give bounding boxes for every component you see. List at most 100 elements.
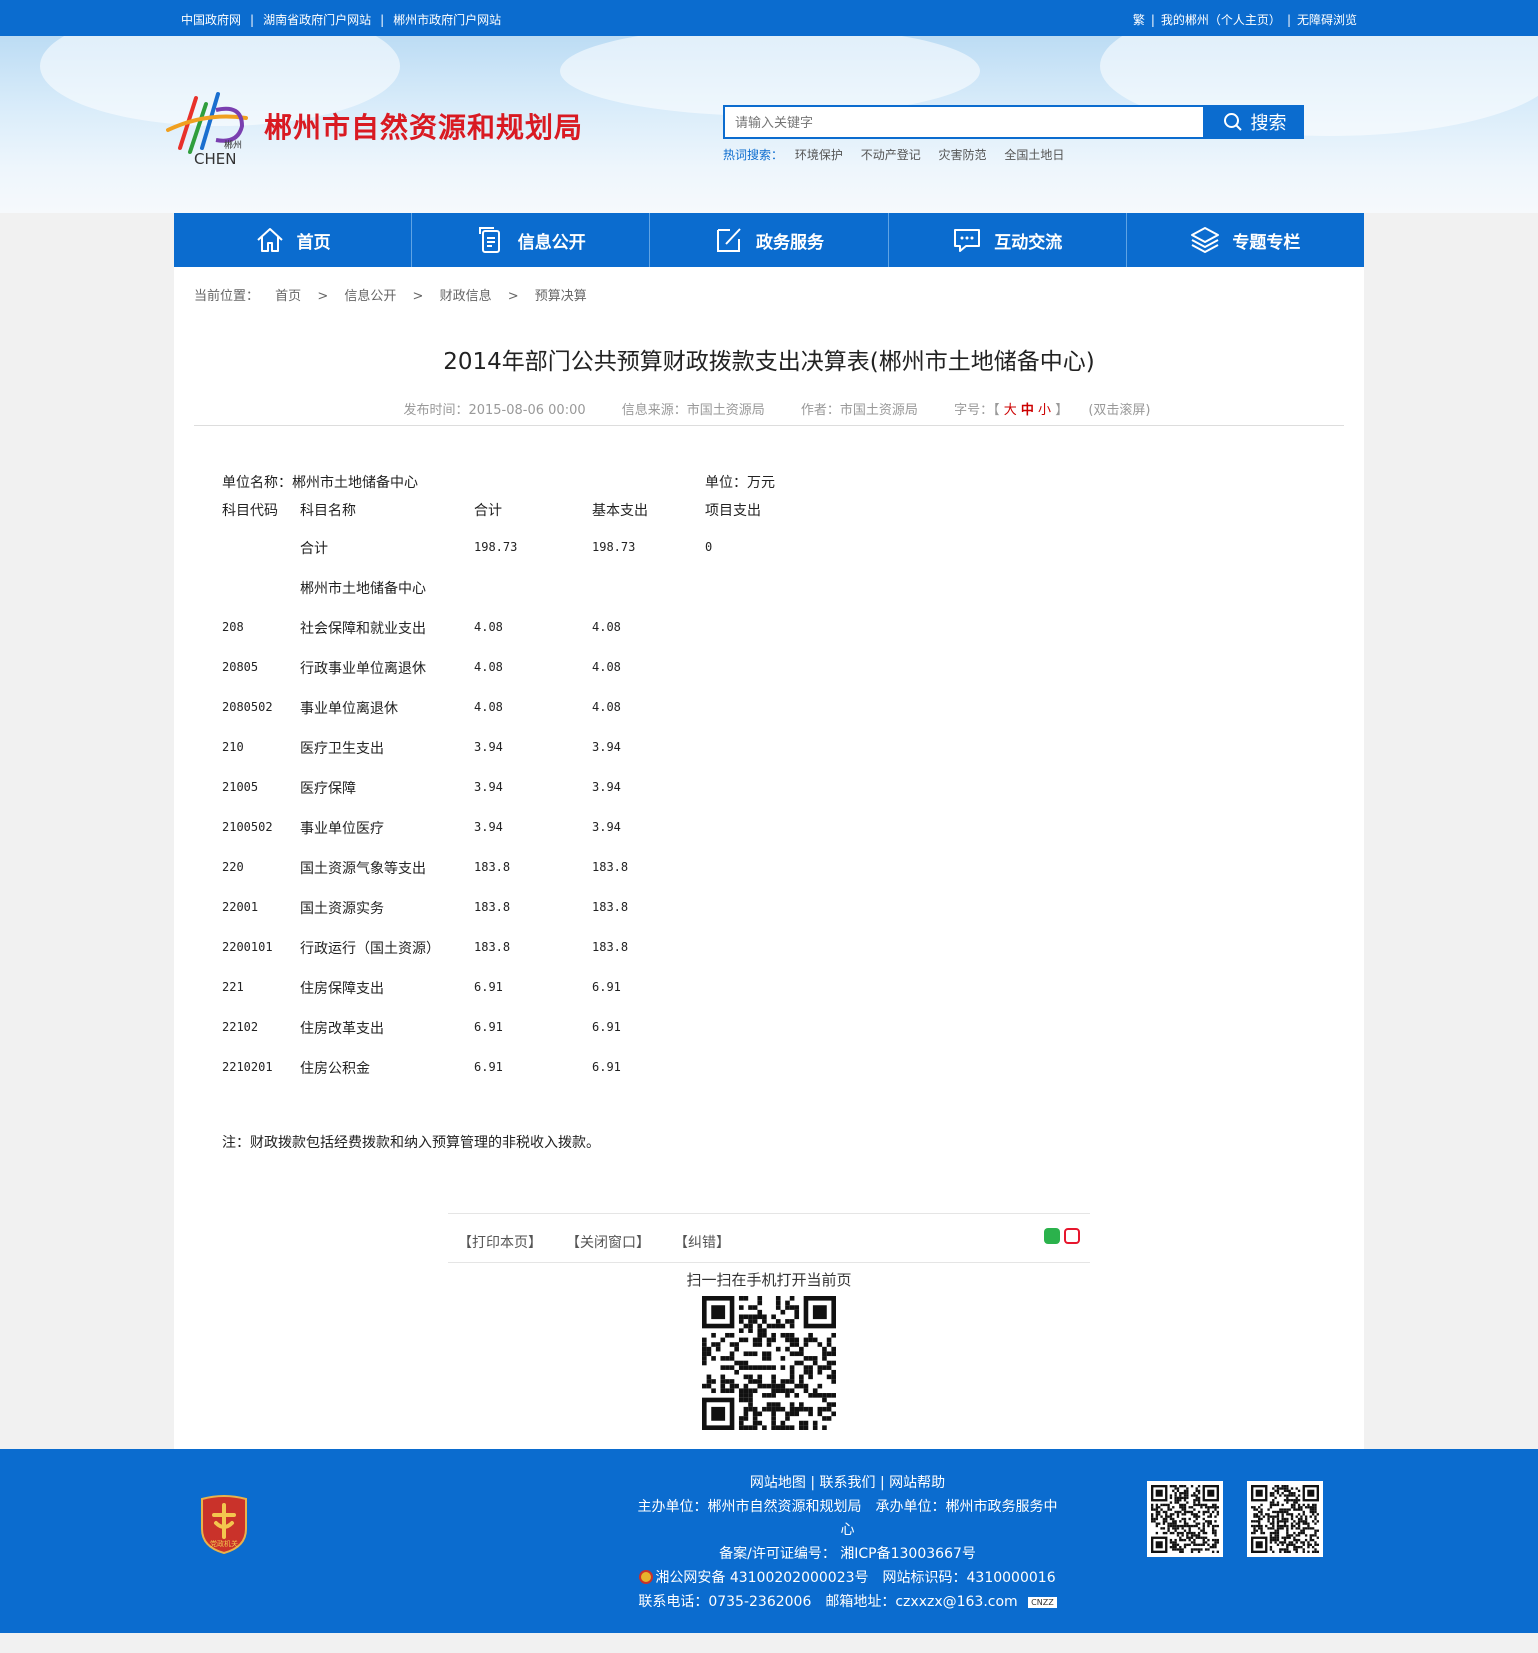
layers-icon bbox=[1191, 227, 1220, 253]
party-gov-emblem[interactable]: 党政机关 bbox=[198, 1493, 250, 1555]
nav-interaction[interactable]: 互动交流 bbox=[889, 213, 1127, 267]
nav-label: 政务服务 bbox=[756, 232, 824, 253]
cell-name: 事业单位离退休 bbox=[300, 701, 398, 717]
cell-total: 4.08 bbox=[474, 620, 503, 634]
traditional-chinese-link[interactable]: 繁 bbox=[1133, 13, 1145, 27]
bottom-strip bbox=[0, 1633, 1538, 1653]
cell-name: 国土资源实务 bbox=[300, 901, 384, 917]
fullscreen-scroll-link[interactable]: (双击滚屏) bbox=[1088, 403, 1150, 418]
top-links: 中国政府网 | 湖南省政府门户网站 | 郴州市政府门户网站 bbox=[181, 13, 502, 27]
link-gov-cn[interactable]: 中国政府网 bbox=[181, 13, 241, 27]
my-chenzhou-link[interactable]: 我的郴州（个人主页） bbox=[1161, 13, 1281, 27]
nav-info-disclosure[interactable]: 信息公开 bbox=[412, 213, 651, 267]
cell-code: 20805 bbox=[222, 660, 259, 674]
footer-host: 主办单位：郴州市自然资源和规划局 承办单位：郴州市政务服务中 bbox=[637, 1499, 1058, 1515]
weibo-share-icon[interactable] bbox=[1064, 1228, 1080, 1244]
hot-word[interactable]: 环境保护 bbox=[795, 148, 843, 162]
cell-total: 198.73 bbox=[474, 540, 518, 554]
search-icon bbox=[1223, 113, 1242, 131]
search-input[interactable] bbox=[723, 105, 1205, 139]
cell-name: 社会保障和就业支出 bbox=[300, 621, 426, 637]
chat-icon bbox=[954, 229, 981, 252]
nav-label: 信息公开 bbox=[517, 232, 586, 253]
svg-text:党政机关: 党政机关 bbox=[210, 1539, 238, 1548]
cloud-decoration bbox=[560, 36, 980, 116]
cell-code: 2080502 bbox=[222, 700, 273, 714]
font-medium-button[interactable]: 中 bbox=[1021, 403, 1034, 418]
divider bbox=[194, 425, 1344, 426]
cell-total: 6.91 bbox=[474, 1020, 503, 1034]
link-chenzhou-portal[interactable]: 郴州市政府门户网站 bbox=[393, 13, 501, 27]
print-button[interactable]: 【打印本页】 bbox=[458, 1232, 542, 1252]
cell-total: 4.08 bbox=[474, 660, 503, 674]
unit: 单位：万元 bbox=[705, 475, 775, 491]
cell-name: 行政运行（国土资源） bbox=[300, 941, 440, 957]
footer-links[interactable]: 网站地图 | 联系我们 | 网站帮助 bbox=[630, 1472, 1065, 1492]
qr-caption: 扫一扫在手机打开当前页 bbox=[686, 1271, 852, 1289]
breadcrumb-item[interactable]: 财政信息 bbox=[440, 289, 492, 304]
main-nav: 首页 信息公开 政务服务 互动交流 专题专栏 bbox=[174, 213, 1364, 267]
link-hunan-portal[interactable]: 湖南省政府门户网站 bbox=[263, 13, 371, 27]
cell-total: 183.8 bbox=[474, 940, 511, 954]
breadcrumb-item[interactable]: 预算决算 bbox=[535, 289, 587, 304]
cell-total: 183.8 bbox=[474, 860, 511, 874]
font-large-button[interactable]: 大 bbox=[1004, 403, 1017, 418]
cell-code: 2100502 bbox=[222, 820, 273, 834]
article-meta: 发布时间：2015-08-06 00:00 信息来源：市国土资源局 作者：市国土… bbox=[174, 399, 1364, 418]
footer-qr-code bbox=[1247, 1481, 1323, 1557]
top-right-links: 繁 | 我的郴州（个人主页） | 无障碍浏览 bbox=[1132, 13, 1357, 27]
page-qr-code bbox=[702, 1296, 836, 1430]
cell-code: 208 bbox=[222, 620, 244, 634]
breadcrumb-item[interactable]: 首页 bbox=[275, 289, 301, 304]
breadcrumb-separator: > bbox=[507, 289, 519, 304]
top-bar: 中国政府网 | 湖南省政府门户网站 | 郴州市政府门户网站 繁 | 我的郴州（个人主页） | 无… bbox=[0, 0, 1538, 36]
cell-total: 3.94 bbox=[474, 780, 503, 794]
svg-text:CHEN: CHEN bbox=[194, 150, 236, 166]
cell-code: 22102 bbox=[222, 1020, 259, 1034]
cell-code: 21005 bbox=[222, 780, 259, 794]
cell-basic: 4.08 bbox=[592, 660, 621, 674]
nav-gov-services[interactable]: 政务服务 bbox=[650, 213, 889, 267]
table-note: 注：财政拨款包括经费拨款和纳入预算管理的非税收入拨款。 bbox=[222, 1135, 600, 1151]
article-tools: 【打印本页】 【关闭窗口】 【纠错】 bbox=[448, 1213, 1090, 1263]
cell-code: 2210201 bbox=[222, 1060, 273, 1074]
nav-home[interactable]: 首页 bbox=[174, 213, 413, 267]
cnzz-badge-text: CNZZ bbox=[1031, 1598, 1054, 1607]
cell-basic: 183.8 bbox=[592, 860, 629, 874]
search-button[interactable]: 搜索 bbox=[1205, 105, 1304, 139]
cell-code: 2200101 bbox=[222, 940, 273, 954]
cell-basic: 6.91 bbox=[592, 1060, 621, 1074]
hot-word[interactable]: 全国土地日 bbox=[1004, 148, 1064, 162]
site-logo[interactable]: 郴州 CHEN bbox=[166, 90, 252, 166]
cell-code: 220 bbox=[222, 860, 244, 874]
font-small-button[interactable]: 小 bbox=[1038, 403, 1051, 418]
footer-contact-text: 联系电话：0735-2362006 邮箱地址：czxxzx@163.com bbox=[638, 1594, 1018, 1610]
hot-search-label: 热词搜索： bbox=[723, 148, 784, 162]
info-source: 信息来源：市国土资源局 bbox=[621, 403, 765, 418]
edit-icon bbox=[717, 228, 741, 252]
hot-word[interactable]: 不动产登记 bbox=[861, 148, 921, 162]
cell-name: 住房保障支出 bbox=[300, 981, 384, 997]
close-window-button[interactable]: 【关闭窗口】 bbox=[566, 1232, 650, 1252]
wechat-share-icon[interactable] bbox=[1044, 1228, 1060, 1244]
footer: 党政机关 网站地图 | 联系我们 | 网站帮助 主办单位：郴州市自然资源和规划局… bbox=[0, 1449, 1538, 1633]
cell-basic: 3.94 bbox=[592, 820, 621, 834]
author: 作者：市国土资源局 bbox=[800, 403, 918, 418]
correction-button[interactable]: 【纠错】 bbox=[674, 1232, 730, 1252]
footer-icp[interactable]: 备案/许可证编号： 湘ICP备13003667号 bbox=[630, 1543, 1065, 1563]
breadcrumb-item[interactable]: 信息公开 bbox=[344, 289, 396, 304]
cell-total: 3.94 bbox=[474, 820, 503, 834]
footer-police[interactable]: 湘公网安备 43100202000023号 网站标识码：4310000016 bbox=[630, 1567, 1065, 1587]
nav-special-topics[interactable]: 专题专栏 bbox=[1127, 213, 1364, 267]
hot-word[interactable]: 灾害防范 bbox=[939, 148, 987, 162]
cnzz-badge[interactable]: CNZZ bbox=[1028, 1597, 1057, 1608]
nav-label: 首页 bbox=[296, 232, 331, 253]
font-size-bracket: 】 bbox=[1055, 403, 1069, 418]
cell-total: 6.91 bbox=[474, 1060, 503, 1074]
header-name: 科目名称 bbox=[300, 503, 356, 519]
nav-label: 专题专栏 bbox=[1232, 232, 1301, 253]
cell-name: 住房公积金 bbox=[300, 1061, 370, 1077]
document-icon bbox=[478, 227, 500, 253]
accessibility-link[interactable]: 无障碍浏览 bbox=[1297, 13, 1357, 27]
publish-time: 发布时间：2015-08-06 00:00 bbox=[403, 403, 586, 418]
